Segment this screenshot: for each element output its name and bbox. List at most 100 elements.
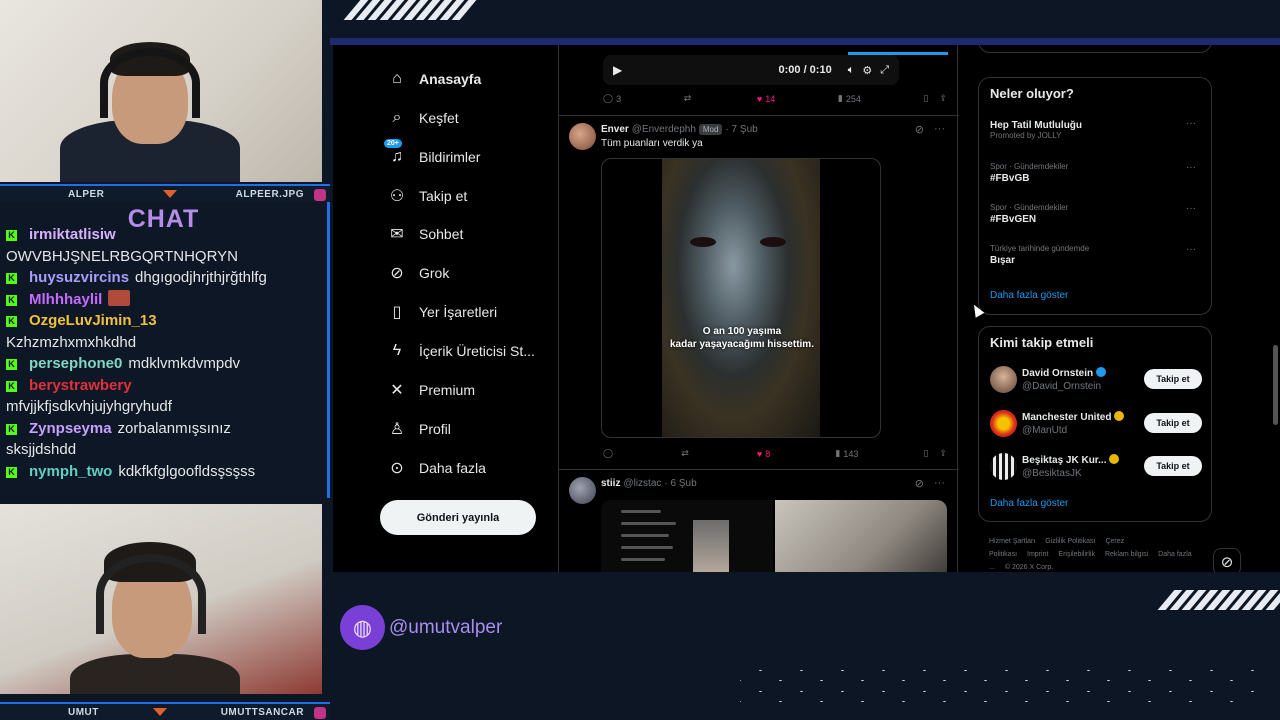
lightning-icon: ϟ (392, 342, 402, 359)
grok-icon[interactable]: ⊘ (915, 477, 924, 490)
trend-title: #FBvGEN (990, 214, 1037, 225)
retweet-button[interactable]: ⇄ (681, 448, 692, 459)
more-icon[interactable]: ··· (1186, 118, 1196, 129)
nav-item-takip-et[interactable]: ⚇ Takip et (388, 184, 467, 208)
nav-item-label: Grok (419, 265, 450, 281)
footer-link[interactable]: Reklam bilgisi (1105, 551, 1148, 558)
more-icon[interactable]: ··· (1186, 244, 1196, 255)
volume-icon[interactable]: 🔈︎ (848, 64, 855, 77)
bookmark-share[interactable]: ▯ ⇪ (923, 448, 947, 459)
triangle-icon (152, 708, 167, 716)
tweet-video[interactable]: O an 100 yaşıma kadar yaşayacağımı hisse… (601, 158, 881, 438)
post-button[interactable]: Gönderi yayınla (380, 500, 536, 535)
nav-item-grok[interactable]: ⊘ Grok (388, 261, 449, 285)
like-button[interactable]: ♥ 8 (757, 449, 770, 459)
tweet-author-handle[interactable]: @lizstac (623, 478, 661, 489)
scrollbar[interactable] (1273, 345, 1278, 425)
follow-button[interactable]: Takip et (1144, 369, 1202, 389)
follow-suggestion[interactable]: Manchester United @ManUtd Takip et (990, 408, 1202, 440)
nav-item-sohbet[interactable]: ✉ Sohbet (388, 222, 463, 246)
tweet-author-handle[interactable]: @Enverdephh (632, 124, 696, 135)
more-icon[interactable]: ··· (1186, 162, 1196, 173)
more-icon[interactable]: ··· (1186, 203, 1196, 214)
nav-item-daha-fazla[interactable]: ⊙ Daha fazla (388, 456, 486, 480)
trends-show-more[interactable]: Daha fazla göster (990, 290, 1068, 301)
account-name: Manchester United (1022, 411, 1125, 423)
instagram-icon (314, 189, 326, 201)
nav-item-ke-fet[interactable]: ⌕ Keşfet (388, 106, 459, 130)
tweet-author-name[interactable]: Enver (601, 124, 629, 135)
mod-badge: Mod (698, 124, 723, 135)
footer-link[interactable]: Hizmet Şartları (989, 538, 1035, 545)
chat-panel: CHAT Kirmiktatlisiw OWVBHJŞNELRBGQRTNHQRY… (0, 202, 330, 498)
decorative-stripes-bottom (1157, 590, 1280, 610)
follow-suggestion[interactable]: Beşiktaş JK Kur... @BesiktasJK Takip et (990, 451, 1202, 483)
footer-link[interactable]: © 2026 X Corp. (1005, 564, 1053, 571)
footer-link[interactable]: Imprint (1027, 551, 1048, 558)
nav-item-yer-i-aretleri[interactable]: ▯ Yer İşaretleri (388, 300, 497, 324)
chart-icon: ▮ (837, 93, 843, 103)
nav-item-label: Daha fazla (419, 460, 486, 476)
more-icon[interactable]: ··· (934, 123, 945, 136)
tweet-time[interactable]: · 7 Şub (725, 124, 757, 135)
play-icon[interactable]: ▶ (613, 63, 622, 77)
nav-item-premium[interactable]: ✕ Premium (388, 378, 475, 402)
video-controls[interactable]: ▶ 0:00 / 0:10 🔈︎ ⚙ ⤢ (603, 55, 899, 85)
chat-message: Khuysuzvircins dhgıgodjhrjthjrğthlfg (6, 267, 321, 289)
reply-button[interactable]: ◯ 3 (603, 93, 621, 104)
chat-message: Kberystrawbery (6, 375, 321, 397)
nav-item-bildirimler[interactable]: ♫ 20+ Bildirimler (384, 139, 480, 169)
chat-username: huysuzvircins (29, 269, 130, 286)
grok-floating-button[interactable]: ⊘ (1213, 548, 1241, 572)
avatar[interactable] (569, 123, 596, 150)
settings-icon[interactable]: ⚙ (862, 64, 872, 77)
follow-show-more[interactable]: Daha fazla göster (990, 498, 1068, 509)
chat-text: sksjjdshdd (6, 441, 77, 458)
media-photo[interactable] (775, 500, 947, 572)
video-time: 0:00 / 0:10 (778, 64, 832, 76)
trend-category: Spor · Gündemdekiler (990, 162, 1069, 171)
like-button[interactable]: ♥ 14 (757, 94, 775, 104)
avatar[interactable] (990, 453, 1017, 480)
avatar[interactable] (990, 410, 1017, 437)
share-icon[interactable]: ⇪ (939, 93, 947, 104)
share-icon[interactable]: ⇪ (939, 448, 947, 459)
reply-button[interactable]: ◯ (603, 448, 616, 459)
bookmark-icon[interactable]: ▯ (923, 448, 928, 459)
triangle-icon (163, 190, 178, 198)
nav-item-i-erik-reticisi-st-[interactable]: ϟ İçerik Üreticisi St... (388, 339, 535, 363)
trend-item[interactable]: Türkiye tarihinde gündemde Bışar ··· (990, 244, 1202, 266)
follow-button[interactable]: Takip et (1144, 413, 1202, 433)
home-icon: ⌂ (392, 70, 402, 87)
fullscreen-icon[interactable]: ⤢ (880, 64, 889, 77)
more-icon[interactable]: ··· (934, 477, 945, 490)
tweet-time[interactable]: · 6 Şub (664, 478, 696, 489)
views-button[interactable]: ▮ 143 (835, 448, 858, 459)
retweet-button[interactable]: ⇄ (684, 93, 695, 104)
avatar[interactable] (990, 366, 1017, 393)
footer-link[interactable]: Erişilebilirlik (1058, 551, 1095, 558)
person-icon: ♙ (389, 421, 405, 438)
right-sidebar: Neler oluyor? Hep Tatil Mutluluğu Promote… (958, 45, 1280, 572)
bookmark-share[interactable]: ▯ ⇪ (923, 93, 947, 104)
nav-item-profil[interactable]: ♙ Profil (388, 417, 451, 441)
trend-item[interactable]: Hep Tatil Mutluluğu Promoted by JOLLY ··· (990, 118, 1202, 140)
nav-item-anasayfa[interactable]: ⌂ Anasayfa (388, 67, 481, 91)
media-screenshot[interactable] (601, 500, 773, 572)
kick-icon: K (6, 466, 17, 478)
bookmark-icon[interactable]: ▯ (923, 93, 928, 104)
views-button[interactable]: ▮ 254 (838, 93, 861, 104)
tweet-media-grid[interactable] (601, 500, 947, 572)
social-handle-badge: ◍ @umutvalper (340, 605, 502, 650)
streamer-handle: ALPEER.JPG (235, 188, 304, 200)
trend-item[interactable]: Spor · Gündemdekiler #FBvGEN ··· (990, 203, 1202, 225)
grok-icon[interactable]: ⊘ (915, 123, 924, 136)
trend-item[interactable]: Spor · Gündemdekiler #FBvGB ··· (990, 162, 1202, 184)
tweet-author-name[interactable]: stiiz (601, 478, 620, 489)
verified-badge-icon (1114, 411, 1125, 421)
footer-link[interactable]: Gizlilik Politikası (1045, 538, 1095, 545)
follow-suggestion[interactable]: David Ornstein @David_Ornstein Takip et (990, 364, 1202, 396)
kick-icon: K (6, 380, 17, 392)
follow-button[interactable]: Takip et (1144, 456, 1202, 476)
avatar[interactable] (569, 477, 596, 504)
